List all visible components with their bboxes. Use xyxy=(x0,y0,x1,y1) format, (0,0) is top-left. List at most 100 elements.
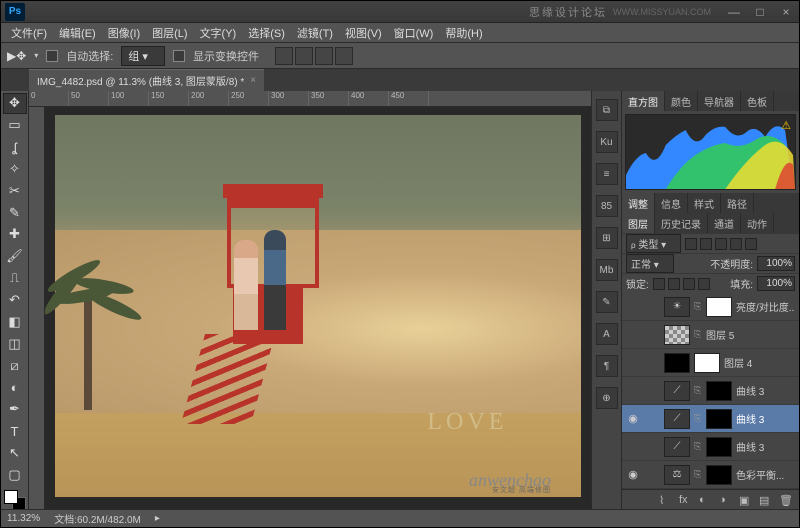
crop-tool[interactable]: ✂ xyxy=(3,180,27,201)
warning-icon[interactable]: ⚠ xyxy=(781,119,791,132)
opacity-input[interactable] xyxy=(757,256,795,271)
chevron-down-icon[interactable]: ▾ xyxy=(34,51,38,60)
tab-histogram[interactable]: 直方图 xyxy=(622,91,665,111)
tab-actions[interactable]: 动作 xyxy=(741,213,774,233)
layer-thumbnail[interactable]: ⚖ xyxy=(664,465,690,485)
layer-name[interactable]: 色彩平衡... xyxy=(736,467,795,482)
layer-row[interactable]: ⟋⎘曲线 3 xyxy=(622,433,799,461)
tab-history[interactable]: 历史记录 xyxy=(655,213,708,233)
menu-file[interactable]: 文件(F) xyxy=(5,25,53,41)
document-tab[interactable]: IMG_4482.psd @ 11.3% (曲线 3, 图层蒙版/8) * × xyxy=(29,69,264,91)
dock-icon[interactable]: ⊞ xyxy=(596,227,618,249)
layer-thumbnail[interactable]: ☀ xyxy=(664,297,690,317)
visibility-toggle[interactable]: ◉ xyxy=(626,412,640,425)
menu-select[interactable]: 选择(S) xyxy=(242,25,291,41)
layer-thumbnail[interactable] xyxy=(694,353,720,373)
adjustment-icon[interactable]: ◑ xyxy=(719,494,733,508)
tab-color[interactable]: 颜色 xyxy=(665,91,698,111)
history-brush-tool[interactable]: ↶ xyxy=(3,290,27,311)
move-tool[interactable]: ✥ xyxy=(3,93,27,114)
layer-row[interactable]: ⟋⎘曲线 3 xyxy=(622,377,799,405)
close-tab-icon[interactable]: × xyxy=(250,75,256,86)
lock-all-icon[interactable] xyxy=(698,278,710,290)
new-layer-icon[interactable]: ▤ xyxy=(759,494,773,508)
chevron-right-icon[interactable]: ▸ xyxy=(155,513,160,524)
vertical-ruler[interactable] xyxy=(29,107,45,511)
layer-thumbnail[interactable] xyxy=(664,325,690,345)
dodge-tool[interactable]: ◐ xyxy=(3,377,27,398)
filter-icon[interactable] xyxy=(715,238,727,250)
fill-input[interactable] xyxy=(757,276,795,291)
layer-name[interactable]: 曲线 3 xyxy=(736,411,795,426)
auto-select-dropdown[interactable]: 组 ▾ xyxy=(121,46,165,66)
blur-tool[interactable]: ⧄ xyxy=(3,355,27,376)
healing-tool[interactable]: ✚ xyxy=(3,224,27,245)
trash-icon[interactable]: 🗑 xyxy=(779,494,793,508)
menu-help[interactable]: 帮助(H) xyxy=(439,25,488,41)
mask-icon[interactable]: ◐ xyxy=(699,494,713,508)
auto-select-checkbox[interactable] xyxy=(46,50,58,62)
dock-icon[interactable]: ✎ xyxy=(596,291,618,313)
color-swatches[interactable] xyxy=(4,490,26,511)
layer-thumbnail[interactable]: ⟋ xyxy=(664,437,690,457)
lock-transparent-icon[interactable] xyxy=(653,278,665,290)
menu-view[interactable]: 视图(V) xyxy=(339,25,388,41)
layer-row[interactable]: 图层 4 xyxy=(622,349,799,377)
layer-row[interactable]: ◉⚖⎘色彩平衡... xyxy=(622,461,799,489)
visibility-toggle[interactable]: ◉ xyxy=(626,468,640,481)
maximize-button[interactable]: □ xyxy=(747,3,773,21)
close-button[interactable]: × xyxy=(773,3,799,21)
dock-icon[interactable]: A xyxy=(596,323,618,345)
layer-thumbnail[interactable] xyxy=(706,381,732,401)
menu-image[interactable]: 图像(I) xyxy=(102,25,146,41)
layer-name[interactable]: 图层 4 xyxy=(724,355,795,370)
marquee-tool[interactable]: ▭ xyxy=(3,115,27,136)
layer-name[interactable]: 亮度/对比度... xyxy=(736,299,795,314)
layer-thumbnail[interactable]: ⟋ xyxy=(664,409,690,429)
tab-channels[interactable]: 通道 xyxy=(708,213,741,233)
magic-wand-tool[interactable]: ✧ xyxy=(3,159,27,180)
zoom-level[interactable]: 11.32% xyxy=(7,513,40,524)
align-button[interactable] xyxy=(315,47,333,65)
layer-thumbnail[interactable] xyxy=(706,437,732,457)
layer-thumbnail[interactable] xyxy=(706,465,732,485)
dock-icon[interactable]: Ku xyxy=(596,131,618,153)
tab-adjustments[interactable]: 调整 xyxy=(622,193,655,213)
eraser-tool[interactable]: ◧ xyxy=(3,311,27,332)
tab-swatches[interactable]: 色板 xyxy=(741,91,774,111)
tab-paths[interactable]: 路径 xyxy=(721,193,754,213)
lock-position-icon[interactable] xyxy=(683,278,695,290)
doc-info[interactable]: 文档:60.2M/482.0M xyxy=(54,511,141,526)
layer-name[interactable]: 图层 5 xyxy=(706,327,795,342)
dock-icon[interactable]: Mb xyxy=(596,259,618,281)
tab-navigator[interactable]: 导航器 xyxy=(698,91,741,111)
layer-name[interactable]: 曲线 3 xyxy=(736,439,795,454)
filter-icon[interactable] xyxy=(730,238,742,250)
filter-icon[interactable] xyxy=(700,238,712,250)
layer-thumbnail[interactable]: ⟋ xyxy=(664,381,690,401)
dock-icon[interactable]: 85 xyxy=(596,195,618,217)
tab-layers[interactable]: 图层 xyxy=(622,213,655,233)
lasso-tool[interactable]: ʆ xyxy=(3,137,27,158)
link-layers-icon[interactable]: ⌇ xyxy=(659,494,673,508)
minimize-button[interactable]: — xyxy=(721,3,747,21)
type-tool[interactable]: T xyxy=(3,421,27,442)
blend-mode-dropdown[interactable]: 正常 ▾ xyxy=(626,254,674,273)
menu-type[interactable]: 文字(Y) xyxy=(194,25,243,41)
stamp-tool[interactable]: ⎍ xyxy=(3,268,27,289)
filter-icon[interactable] xyxy=(685,238,697,250)
layer-thumbnail[interactable] xyxy=(706,297,732,317)
menu-layer[interactable]: 图层(L) xyxy=(146,25,193,41)
path-tool[interactable]: ↖ xyxy=(3,443,27,464)
filter-icon[interactable] xyxy=(745,238,757,250)
canvas[interactable]: LOVE anwenchao 安文超 高端修图 xyxy=(45,107,591,511)
menu-edit[interactable]: 编辑(E) xyxy=(53,25,102,41)
show-transform-checkbox[interactable] xyxy=(173,50,185,62)
layer-filter-dropdown[interactable]: ρ 类型 ▾ xyxy=(626,234,681,253)
dock-icon[interactable]: ⧉ xyxy=(596,99,618,121)
lock-pixels-icon[interactable] xyxy=(668,278,680,290)
eyedropper-tool[interactable]: ✎ xyxy=(3,202,27,223)
align-button[interactable] xyxy=(295,47,313,65)
menu-window[interactable]: 窗口(W) xyxy=(388,25,440,41)
fx-icon[interactable]: fx xyxy=(679,494,693,508)
